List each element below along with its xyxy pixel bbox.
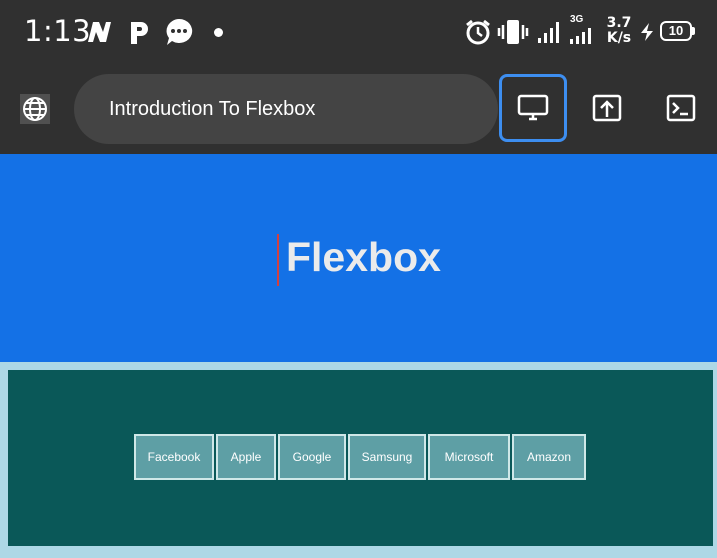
notification-dot-icon: [214, 28, 223, 37]
nav-item-apple[interactable]: Apple: [216, 434, 276, 480]
vibrate-icon: [497, 20, 529, 44]
speed-value: 3.7: [606, 15, 632, 31]
share-button[interactable]: [573, 74, 641, 142]
globe-icon[interactable]: [20, 94, 50, 124]
monitor-icon: [517, 94, 549, 121]
flex-section: Facebook Apple Google Samsung Microsoft …: [8, 370, 713, 546]
status-bar: 1:13 3G 3.7 K/s 10: [0, 0, 717, 66]
hero-section: Flexbox: [0, 154, 717, 362]
nav-item-facebook[interactable]: Facebook: [134, 434, 214, 480]
page-title: Introduction To Flexbox: [109, 98, 316, 120]
text-caret: [277, 234, 279, 286]
console-button[interactable]: [647, 74, 715, 142]
battery-tip: [692, 27, 695, 35]
nav-item-microsoft[interactable]: Microsoft: [428, 434, 510, 480]
terminal-icon: [666, 94, 696, 122]
signal-2-icon: [570, 28, 591, 44]
signal-icon: [538, 22, 559, 43]
share-icon: [592, 94, 622, 122]
nav-item-amazon[interactable]: Amazon: [512, 434, 586, 480]
page-heading: Flexbox: [286, 234, 441, 280]
network-type: 3G: [570, 14, 584, 25]
charging-icon: [641, 23, 653, 41]
status-time: 1:13: [24, 14, 92, 48]
n-app-icon: [88, 22, 111, 42]
alarm-icon: [466, 19, 490, 45]
p-app-icon: [131, 22, 148, 44]
address-bar[interactable]: Introduction To Flexbox: [74, 74, 498, 144]
network-speed: 3.7 K/s: [604, 16, 634, 46]
battery-icon: 10: [660, 21, 692, 41]
browser-toolbar: Introduction To Flexbox: [0, 66, 717, 154]
messages-icon: [166, 18, 193, 45]
nav-item-google[interactable]: Google: [278, 434, 346, 480]
flex-container: Facebook Apple Google Samsung Microsoft …: [134, 434, 588, 480]
desktop-view-button[interactable]: [499, 74, 567, 142]
nav-item-samsung[interactable]: Samsung: [348, 434, 426, 480]
speed-unit: K/s: [606, 30, 632, 46]
